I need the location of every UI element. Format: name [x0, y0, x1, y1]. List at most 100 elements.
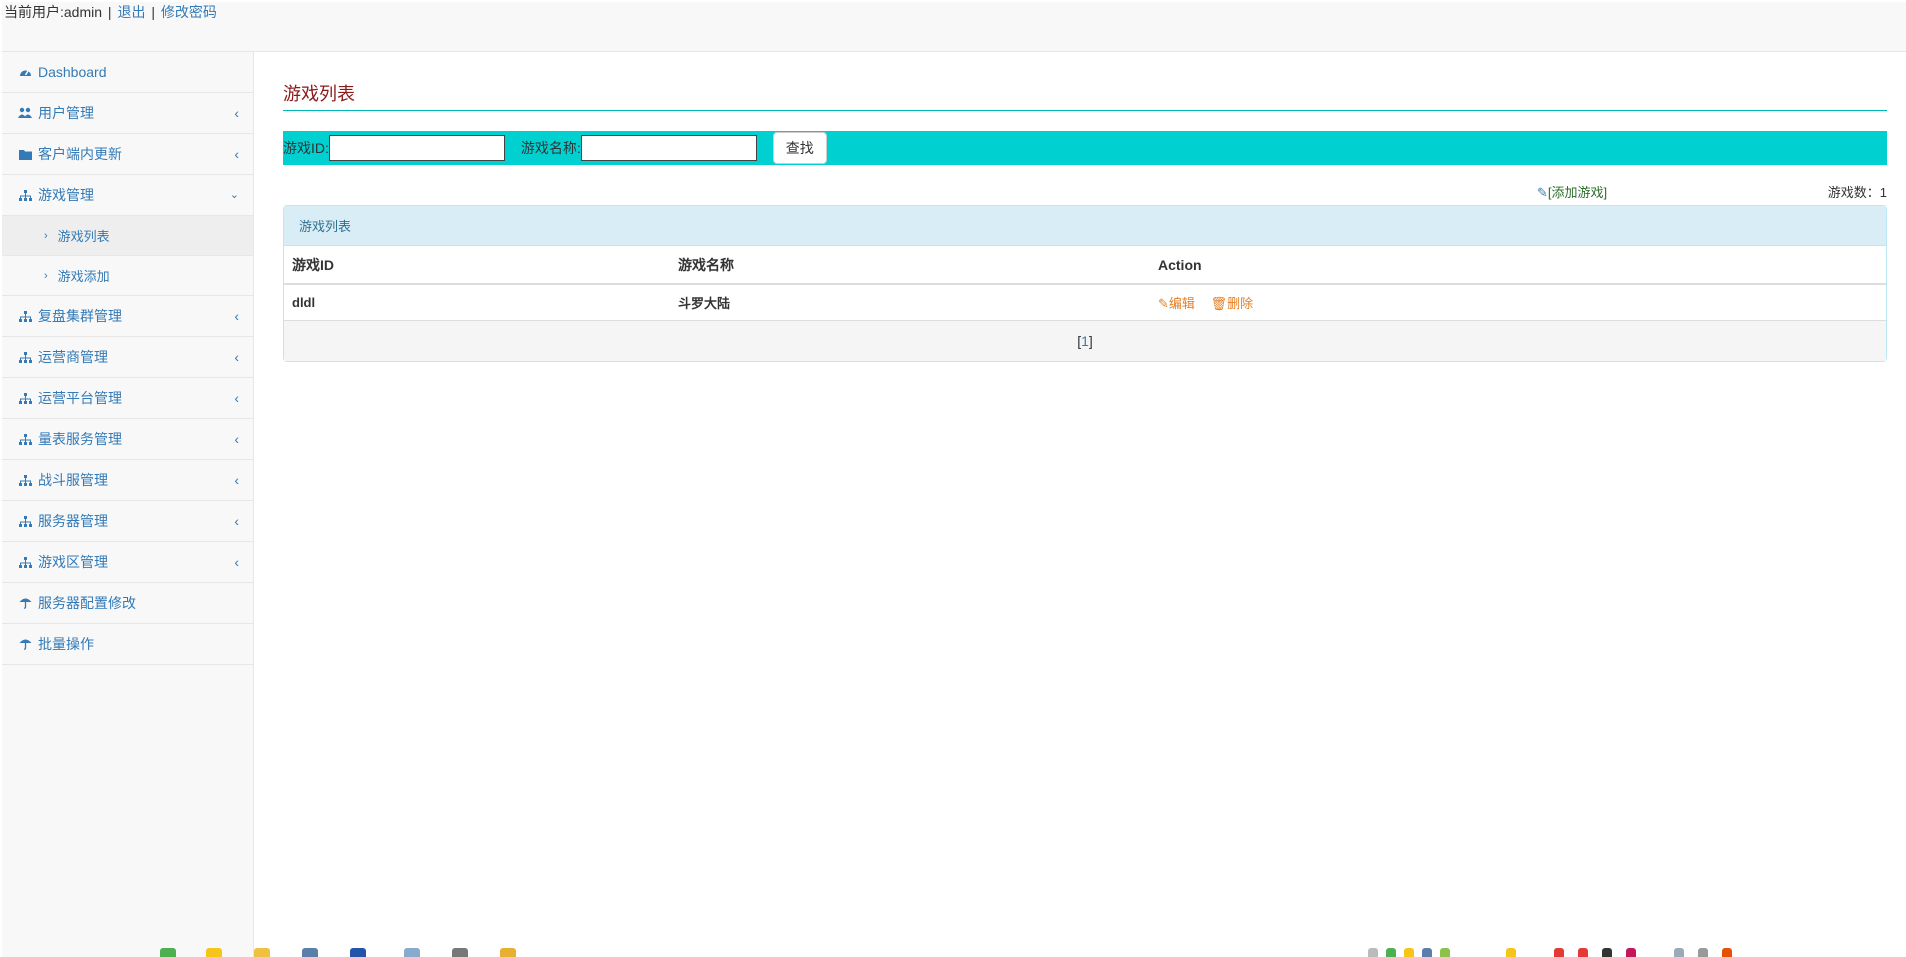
column-header: 游戏名称 [670, 246, 1150, 285]
dashboard-icon [18, 65, 32, 79]
tray-icon[interactable] [1440, 948, 1450, 957]
delete-label: 删除 [1227, 295, 1254, 311]
sidebar-item-label: 战斗服管理 [38, 472, 108, 488]
chevron-left-icon: ‹ [234, 472, 239, 488]
sitemap-icon [18, 514, 32, 528]
sidebar-item-label: 用户管理 [38, 105, 94, 121]
delete-link[interactable]: 🗑删除 [1211, 296, 1254, 311]
main-content: 游戏列表 游戏ID: 游戏名称: 查找 ✎[添加游戏] 游戏数：1 游戏列表 游… [283, 52, 1887, 362]
page-link[interactable]: 1 [1081, 333, 1089, 349]
search-button[interactable]: 查找 [772, 132, 827, 164]
taskbar-app-icon[interactable] [302, 948, 318, 957]
chevron-left-icon: ‹ [234, 390, 239, 406]
sidebar-item-batch-operation[interactable]: 批量操作 [2, 624, 253, 665]
sidebar-item-game-zone[interactable]: 游戏区管理 ‹ [2, 542, 253, 583]
tray-icon[interactable] [1674, 948, 1684, 957]
tray-icon[interactable] [1554, 948, 1564, 957]
taskbar-app-icon[interactable] [404, 948, 420, 957]
sidebar-item-operator[interactable]: 运营商管理 ‹ [2, 337, 253, 378]
tray-icon[interactable] [1422, 948, 1432, 957]
taskbar-app-icon[interactable] [452, 948, 468, 957]
sidebar-subitem-game-add[interactable]: › 游戏添加 [2, 256, 253, 296]
chevron-left-icon: ‹ [234, 431, 239, 447]
tray-icon[interactable] [1368, 948, 1378, 957]
sidebar-item-server-management[interactable]: 服务器管理 ‹ [2, 501, 253, 542]
users-icon [18, 106, 32, 120]
sitemap-icon [18, 350, 32, 364]
chevron-left-icon: ‹ [234, 554, 239, 570]
taskbar-app-icon[interactable] [350, 948, 366, 957]
add-game-label: [添加游戏] [1547, 185, 1608, 200]
sidebar-item-client-update[interactable]: 客户端内更新 ‹ [2, 134, 253, 175]
edit-label: 编辑 [1168, 295, 1195, 311]
game-list-panel: 游戏列表 游戏ID 游戏名称 Action dldl 斗罗大陆 ✎编辑 🗑删除 [283, 205, 1887, 362]
sitemap-icon [18, 188, 32, 202]
sidebar-item-label: 批量操作 [38, 636, 94, 652]
sitemap-icon [18, 555, 32, 569]
separator: | [151, 4, 155, 20]
pagination: [ 1 ] [284, 320, 1886, 361]
tray-icon[interactable] [1404, 948, 1414, 957]
sidebar-item-label: 复盘集群管理 [38, 308, 122, 324]
tray-icon[interactable] [1578, 948, 1588, 957]
sidebar-item-battle-server[interactable]: 战斗服管理 ‹ [2, 460, 253, 501]
separator: | [107, 4, 112, 20]
sitemap-icon [18, 432, 32, 446]
taskbar-folder-icon[interactable] [254, 948, 270, 957]
edit-link[interactable]: ✎编辑 [1158, 296, 1195, 311]
page-title: 游戏列表 [283, 80, 1887, 111]
chevron-left-icon: ‹ [234, 308, 239, 324]
trash-icon: 🗑 [1210, 295, 1228, 311]
toolbar-row: ✎[添加游戏] 游戏数：1 [283, 165, 1887, 205]
tray-icon[interactable] [1626, 948, 1636, 957]
table-row: dldl 斗罗大陆 ✎编辑 🗑删除 [284, 284, 1886, 321]
sidebar-subitem-game-list[interactable]: › 游戏列表 [2, 216, 253, 256]
game-id-input[interactable] [328, 135, 505, 161]
sidebar-item-operation-platform[interactable]: 运营平台管理 ‹ [2, 378, 253, 419]
sidebar-item-server-config[interactable]: 服务器配置修改 [2, 583, 253, 624]
game-name-input[interactable] [580, 135, 757, 161]
logout-link[interactable]: 退出 [117, 4, 145, 20]
tray-icon[interactable] [1602, 948, 1612, 957]
current-user-label: 当前用户:admin [4, 4, 103, 20]
sidebar-item-dashboard[interactable]: Dashboard [2, 52, 253, 93]
taskbar-app-icon[interactable] [500, 948, 516, 957]
sidebar-item-table-service[interactable]: 量表服务管理 ‹ [2, 419, 253, 460]
sidebar-item-label: 服务器配置修改 [38, 595, 136, 611]
umbrella-icon [18, 596, 32, 610]
edit-icon: ✎ [1158, 295, 1169, 311]
add-game-link[interactable]: ✎[添加游戏] [1537, 182, 1607, 201]
top-bar: 当前用户:admin | 退出 | 修改密码 [2, 2, 1906, 52]
game-id-cell: dldl [284, 284, 670, 321]
sidebar-item-replay-cluster[interactable]: 复盘集群管理 ‹ [2, 296, 253, 337]
tray-icon[interactable] [1506, 948, 1516, 957]
chevron-left-icon: ‹ [234, 105, 239, 121]
search-bar: 游戏ID: 游戏名称: 查找 [283, 131, 1887, 165]
game-table: 游戏ID 游戏名称 Action dldl 斗罗大陆 ✎编辑 🗑删除 [284, 246, 1886, 321]
sitemap-icon [18, 309, 32, 323]
column-header: Action [1150, 246, 1886, 285]
pagination-bracket: ] [1088, 332, 1093, 349]
tray-icon[interactable] [1698, 948, 1708, 957]
taskbar-strip [0, 940, 1906, 957]
sidebar-item-label: 服务器管理 [38, 513, 108, 529]
game-id-label: 游戏ID: [283, 140, 329, 156]
chevron-left-icon: ‹ [234, 146, 239, 162]
sitemap-icon [18, 391, 32, 405]
umbrella-icon [18, 637, 32, 651]
tray-icon[interactable] [1386, 948, 1396, 957]
sidebar-item-label: 客户端内更新 [38, 146, 122, 162]
taskbar-app-icon[interactable] [206, 948, 222, 957]
game-count: 游戏数：1 [1827, 185, 1887, 200]
sidebar-item-user-management[interactable]: 用户管理 ‹ [2, 93, 253, 134]
game-name-label: 游戏名称: [520, 140, 581, 156]
tray-icon[interactable] [1722, 948, 1732, 957]
sidebar-item-game-management[interactable]: 游戏管理 ⌄ [2, 175, 253, 216]
taskbar-app-icon[interactable] [160, 948, 176, 957]
change-password-link[interactable]: 修改密码 [161, 4, 217, 20]
sidebar-subitem-label: 游戏列表 [57, 229, 110, 244]
sitemap-icon [18, 473, 32, 487]
panel-heading: 游戏列表 [284, 206, 1886, 246]
column-header: 游戏ID [284, 246, 670, 285]
chevron-left-icon: ‹ [234, 513, 239, 529]
